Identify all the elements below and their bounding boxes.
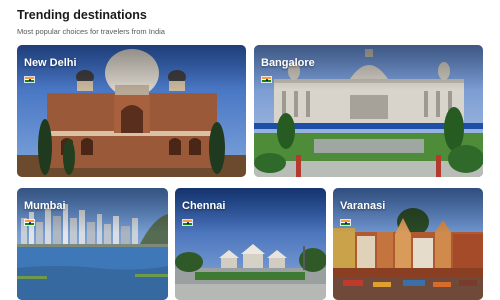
section-title: Trending destinations	[17, 8, 147, 22]
india-flag-icon	[24, 76, 35, 83]
destination-card-mumbai[interactable]: Mumbai	[17, 188, 168, 300]
india-flag-icon	[182, 219, 193, 226]
destination-name: Bangalore	[261, 57, 315, 69]
destination-name: Varanasi	[340, 200, 386, 212]
destination-card-varanasi[interactable]: Varanasi	[333, 188, 483, 300]
destination-card-chennai[interactable]: Chennai	[175, 188, 326, 300]
destination-name: Chennai	[182, 200, 226, 212]
section-header: Trending destinations Most popular choic…	[17, 7, 165, 37]
destination-card-bangalore[interactable]: Bangalore	[254, 45, 483, 177]
destination-card-new-delhi[interactable]: New Delhi	[17, 45, 246, 177]
india-flag-icon	[340, 219, 351, 226]
destination-name: New Delhi	[24, 57, 77, 69]
destination-name: Mumbai	[24, 200, 66, 212]
india-flag-icon	[261, 76, 272, 83]
section-subtitle: Most popular choices for travelers from …	[17, 27, 165, 36]
india-flag-icon	[24, 219, 35, 226]
